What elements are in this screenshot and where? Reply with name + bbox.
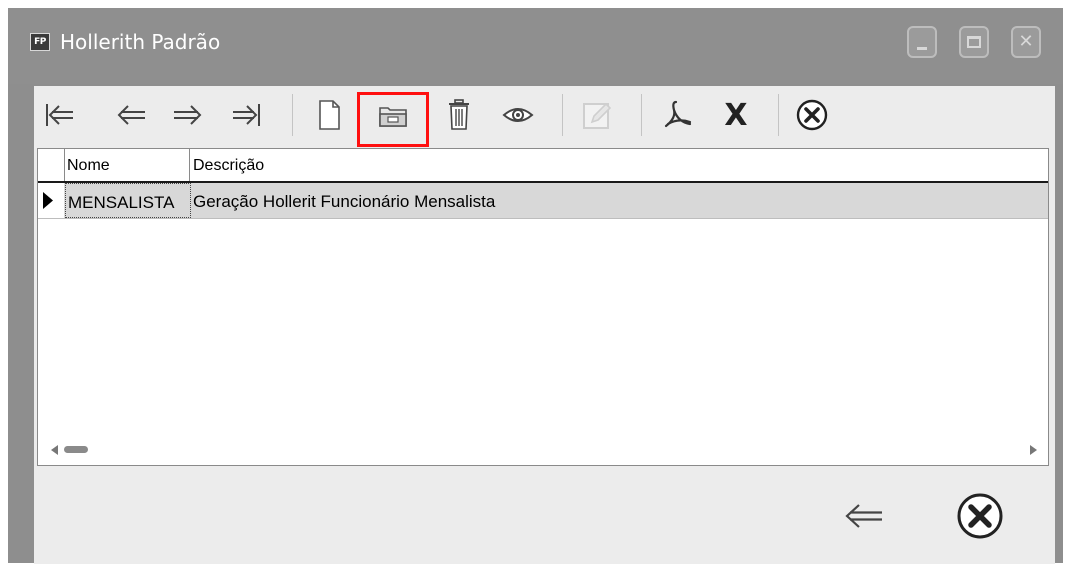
toolbar-separator: [562, 94, 563, 136]
last-record-button[interactable]: [226, 96, 266, 134]
new-button[interactable]: [309, 96, 349, 134]
footer: [34, 468, 1055, 564]
last-record-icon: [233, 104, 260, 126]
footer-close-button[interactable]: [950, 486, 1010, 546]
column-header-descricao[interactable]: Descrição: [191, 149, 1048, 181]
back-arrow-icon: [845, 504, 882, 528]
data-grid[interactable]: Nome Descrição MENSALISTA Geração Holler…: [37, 148, 1049, 466]
next-record-icon: [174, 105, 202, 125]
edit-icon: [583, 102, 612, 129]
maximize-button[interactable]: [959, 26, 989, 58]
maximize-icon: [967, 36, 981, 48]
next-record-button[interactable]: [167, 96, 207, 134]
first-record-button[interactable]: [40, 96, 80, 134]
excel-icon: X: [724, 97, 748, 133]
header-indicator-cell: [38, 149, 65, 181]
close-icon: ✕: [1018, 31, 1034, 52]
cell-descricao[interactable]: Geração Hollerit Funcionário Mensalista: [191, 183, 1048, 218]
window: FP Hollerith Padrão ✕ X Nome Descrição M…: [8, 8, 1063, 564]
grid-header: Nome Descrição: [38, 149, 1048, 183]
previous-record-icon: [117, 105, 145, 125]
toolbar: X: [34, 86, 1055, 148]
trash-icon: [449, 99, 469, 130]
close-circle-icon: [957, 493, 1003, 539]
client-area: X Nome Descrição MENSALISTA Geração Holl…: [34, 86, 1055, 564]
window-title: Hollerith Padrão: [60, 30, 221, 54]
app-icon: FP: [30, 33, 50, 51]
new-document-icon: [319, 100, 340, 130]
table-row[interactable]: MENSALISTA Geração Hollerit Funcionário …: [38, 183, 1048, 219]
highlight-box: [357, 92, 429, 147]
minimize-button[interactable]: [907, 26, 937, 58]
toolbar-separator: [778, 94, 779, 136]
eye-icon: [502, 108, 534, 122]
cell-nome[interactable]: MENSALISTA: [65, 183, 191, 218]
export-pdf-button[interactable]: [657, 96, 697, 134]
close-window-button[interactable]: ✕: [1011, 26, 1041, 58]
toolbar-separator: [292, 94, 293, 136]
delete-button[interactable]: [439, 96, 479, 134]
close-circle-icon: [796, 99, 828, 131]
back-button[interactable]: [834, 486, 894, 546]
column-header-nome[interactable]: Nome: [65, 149, 190, 181]
scroll-right-icon[interactable]: [1026, 443, 1040, 457]
close-button[interactable]: [792, 96, 832, 134]
title-bar[interactable]: FP Hollerith Padrão ✕: [8, 8, 1063, 84]
scroll-thumb[interactable]: [64, 446, 88, 453]
minimize-icon: [917, 47, 927, 50]
scroll-left-icon[interactable]: [48, 443, 62, 457]
edit-button[interactable]: [577, 96, 617, 134]
row-indicator: [38, 183, 64, 218]
toolbar-separator: [641, 94, 642, 136]
current-row-arrow-icon: [43, 192, 53, 209]
pdf-icon: [664, 100, 692, 128]
previous-record-button[interactable]: [112, 96, 152, 134]
export-excel-button[interactable]: X: [716, 96, 756, 134]
view-button[interactable]: [498, 96, 538, 134]
first-record-icon: [46, 104, 73, 126]
horizontal-scrollbar[interactable]: [38, 435, 1048, 465]
